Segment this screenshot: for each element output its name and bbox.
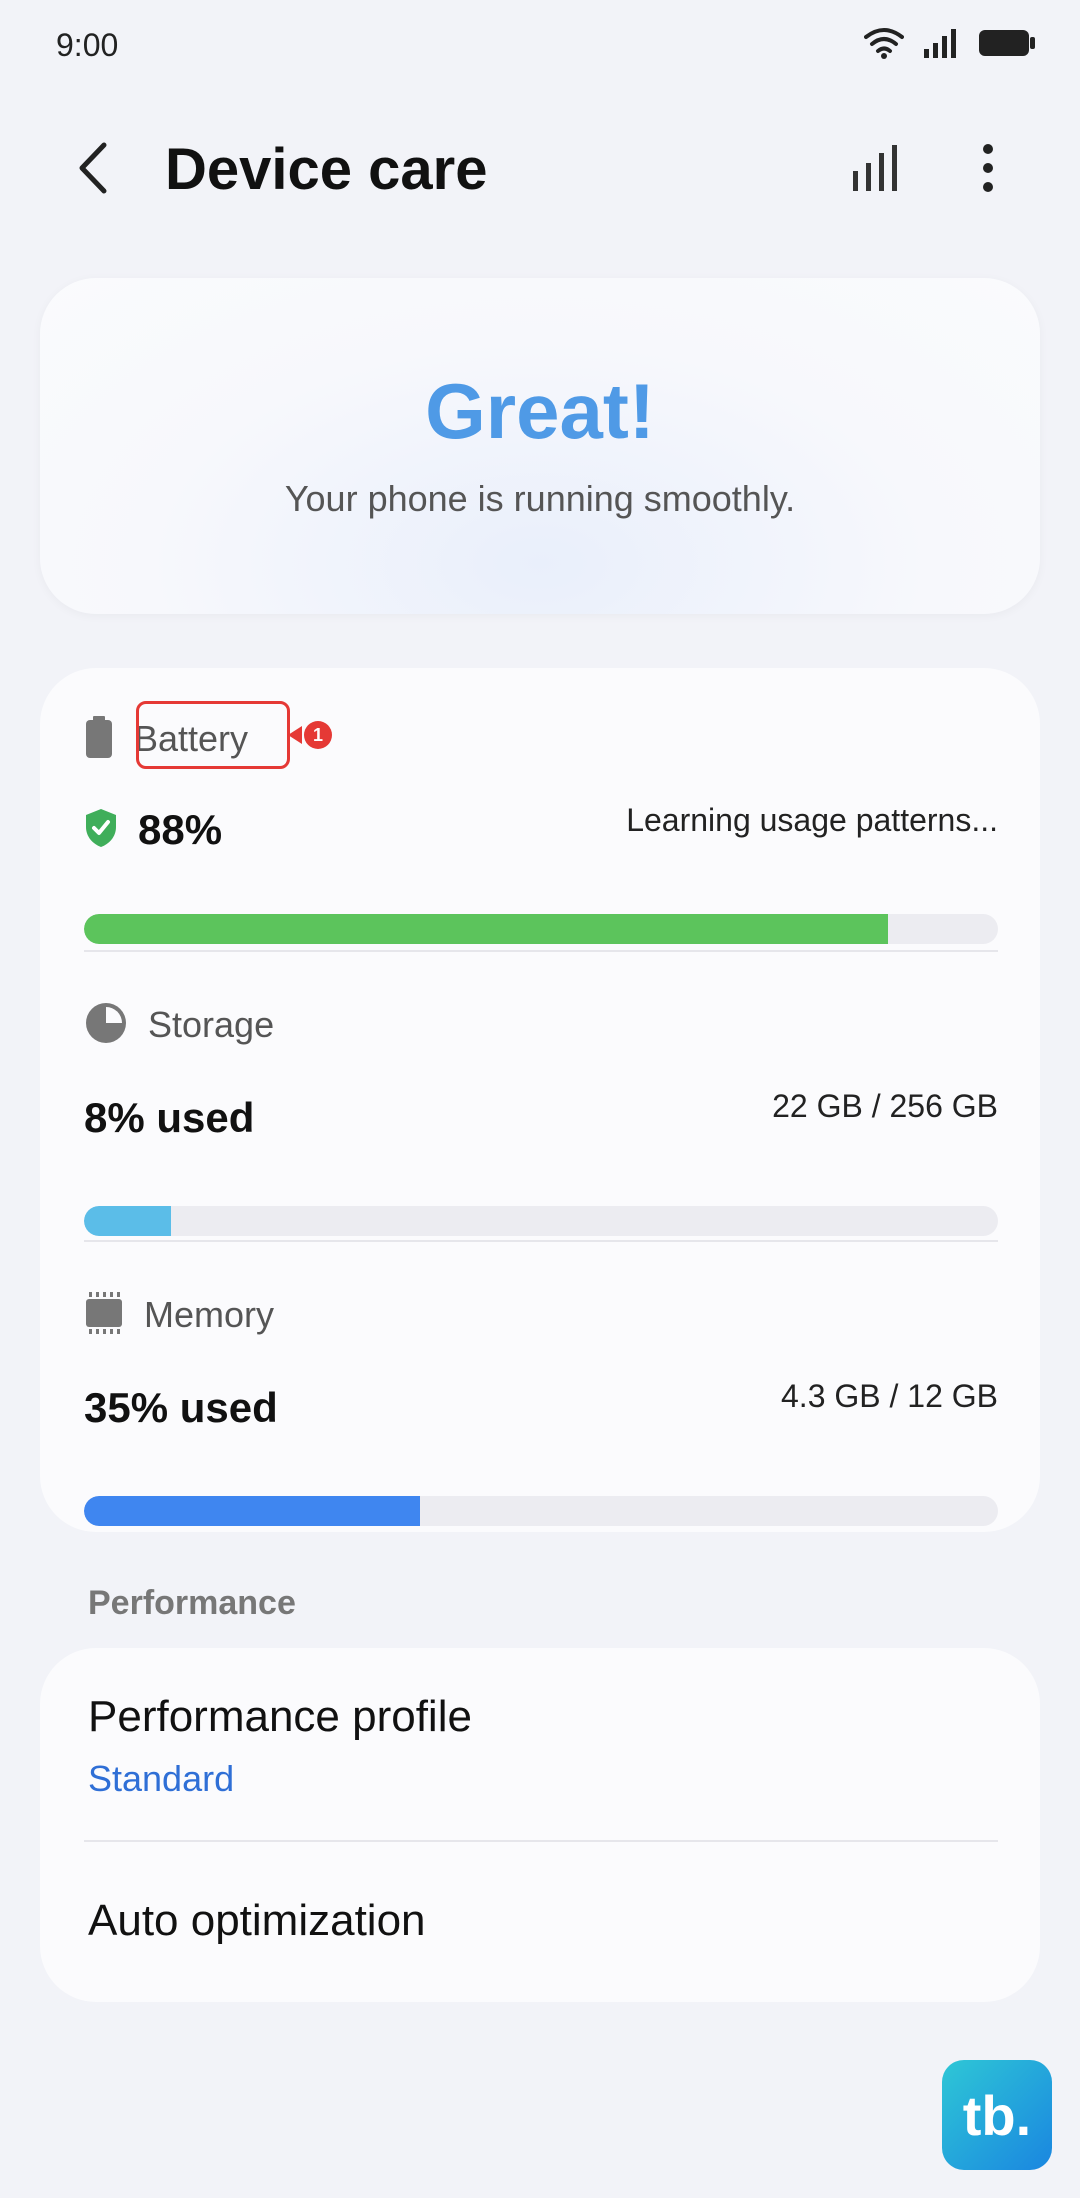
battery-percent: 88% (138, 806, 223, 853)
wifi-icon (864, 27, 904, 64)
performance-section-header: Performance (88, 1584, 296, 1622)
statistics-button[interactable] (845, 140, 905, 200)
performance-profile-title: Performance profile (88, 1692, 472, 1741)
bar-chart-icon (851, 143, 899, 198)
back-button[interactable] (62, 140, 122, 200)
battery-status-text: Learning usage patterns... (626, 802, 998, 838)
annotation-badge: 1 (304, 721, 332, 749)
app-bar: Device care (0, 110, 1080, 230)
status-time: 9:00 (56, 26, 119, 63)
memory-label: Memory (144, 1294, 275, 1335)
battery-progress-bar (84, 914, 998, 944)
memory-header: Memory (84, 1290, 274, 1340)
storage-progress-fill (84, 1206, 171, 1236)
status-icons (864, 27, 1036, 64)
storage-used-value: 8% used (84, 1094, 255, 1141)
page-title: Device care (165, 137, 488, 202)
status-bar: 9:00 (0, 0, 1080, 90)
storage-section[interactable]: Storage 8% used 22 GB / 256 GB (84, 994, 998, 1236)
pie-chart-icon (84, 1001, 128, 1050)
battery-level-row: 88% (84, 806, 222, 854)
performance-card: Performance profile Standard Auto optimi… (40, 1648, 1040, 2002)
more-options-button[interactable] (958, 140, 1018, 200)
auto-optimization-title: Auto optimization (88, 1896, 426, 1945)
chevron-left-icon (76, 141, 108, 200)
divider (84, 950, 998, 952)
memory-section[interactable]: Memory 35% used 4.3 GB / 12 GB (84, 1284, 998, 1526)
memory-progress-bar (84, 1496, 998, 1526)
battery-icon (84, 715, 114, 764)
cellular-signal-icon (922, 27, 960, 64)
tb-logo-text: tb. (962, 2083, 1032, 2147)
battery-status-icon (978, 28, 1036, 63)
auto-optimization-item[interactable]: Auto optimization (40, 1842, 1040, 2002)
storage-label: Storage (148, 1004, 275, 1045)
memory-chip-icon (84, 1291, 124, 1340)
memory-amount: 4.3 GB / 12 GB (781, 1378, 998, 1414)
memory-used-value: 35% used (84, 1384, 278, 1431)
device-stats-card: Battery 1 88% Learning usage patterns... (40, 668, 1040, 1532)
battery-progress-fill (84, 914, 889, 944)
memory-progress-fill (84, 1496, 421, 1526)
annotation-highlight-box (136, 701, 290, 769)
status-summary-card: Great! Your phone is running smoothly. (40, 278, 1040, 614)
status-headline: Great! (425, 367, 655, 455)
performance-profile-value: Standard (88, 1758, 235, 1799)
status-message: Your phone is running smoothly. (284, 478, 796, 519)
shield-check-icon (84, 808, 118, 853)
divider (84, 1240, 998, 1242)
more-vertical-icon (981, 143, 995, 198)
performance-profile-item[interactable]: Performance profile Standard (40, 1648, 1040, 1840)
storage-amount: 22 GB / 256 GB (772, 1088, 998, 1124)
annotation-arrow (288, 726, 302, 744)
battery-section[interactable]: Battery 1 88% Learning usage patterns... (84, 701, 998, 948)
tb-logo: tb. (942, 2060, 1052, 2170)
storage-progress-bar (84, 1206, 998, 1236)
storage-header: Storage (84, 1000, 274, 1050)
